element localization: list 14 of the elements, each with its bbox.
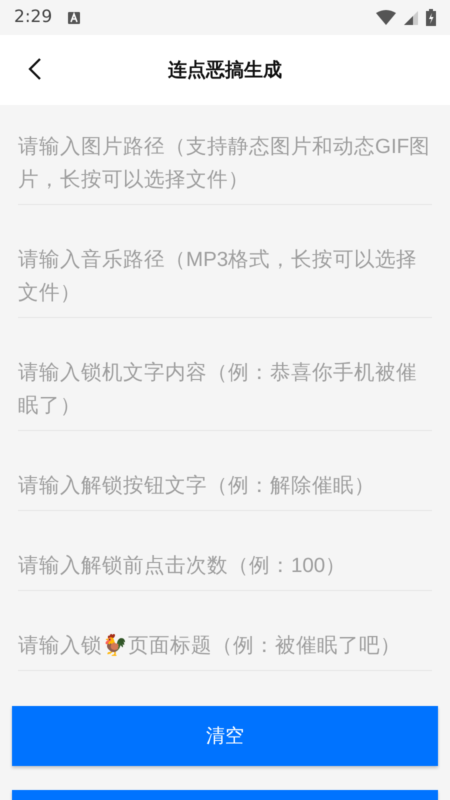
input-field[interactable]: 请输入锁机文字内容（例：恭喜你手机被催眠了） xyxy=(18,356,432,422)
input-field[interactable]: 请输入图片路径（支持静态图片和动态GIF图片，长按可以选择文件） xyxy=(18,130,432,196)
input-field[interactable]: 请输入解锁前点击次数（例：100） xyxy=(18,549,432,582)
signal-icon xyxy=(404,10,418,24)
page-title: 连点恶搞生成 xyxy=(168,58,282,83)
wifi-icon xyxy=(376,10,396,25)
input-field[interactable]: 请输入解锁按钮文字（例：解除催眠） xyxy=(18,469,432,502)
clear-button[interactable]: 清空 xyxy=(12,706,438,766)
input-field[interactable]: 请输入锁🐓页面标题（例：被催眠了吧） xyxy=(18,629,432,662)
status-time: 2:29 xyxy=(14,6,52,29)
battery-icon xyxy=(426,9,436,26)
keyboard-icon xyxy=(68,12,80,24)
input-field[interactable]: 请输入音乐路径（MP3格式，长按可以选择文件） xyxy=(18,243,432,309)
back-icon[interactable] xyxy=(28,57,42,81)
